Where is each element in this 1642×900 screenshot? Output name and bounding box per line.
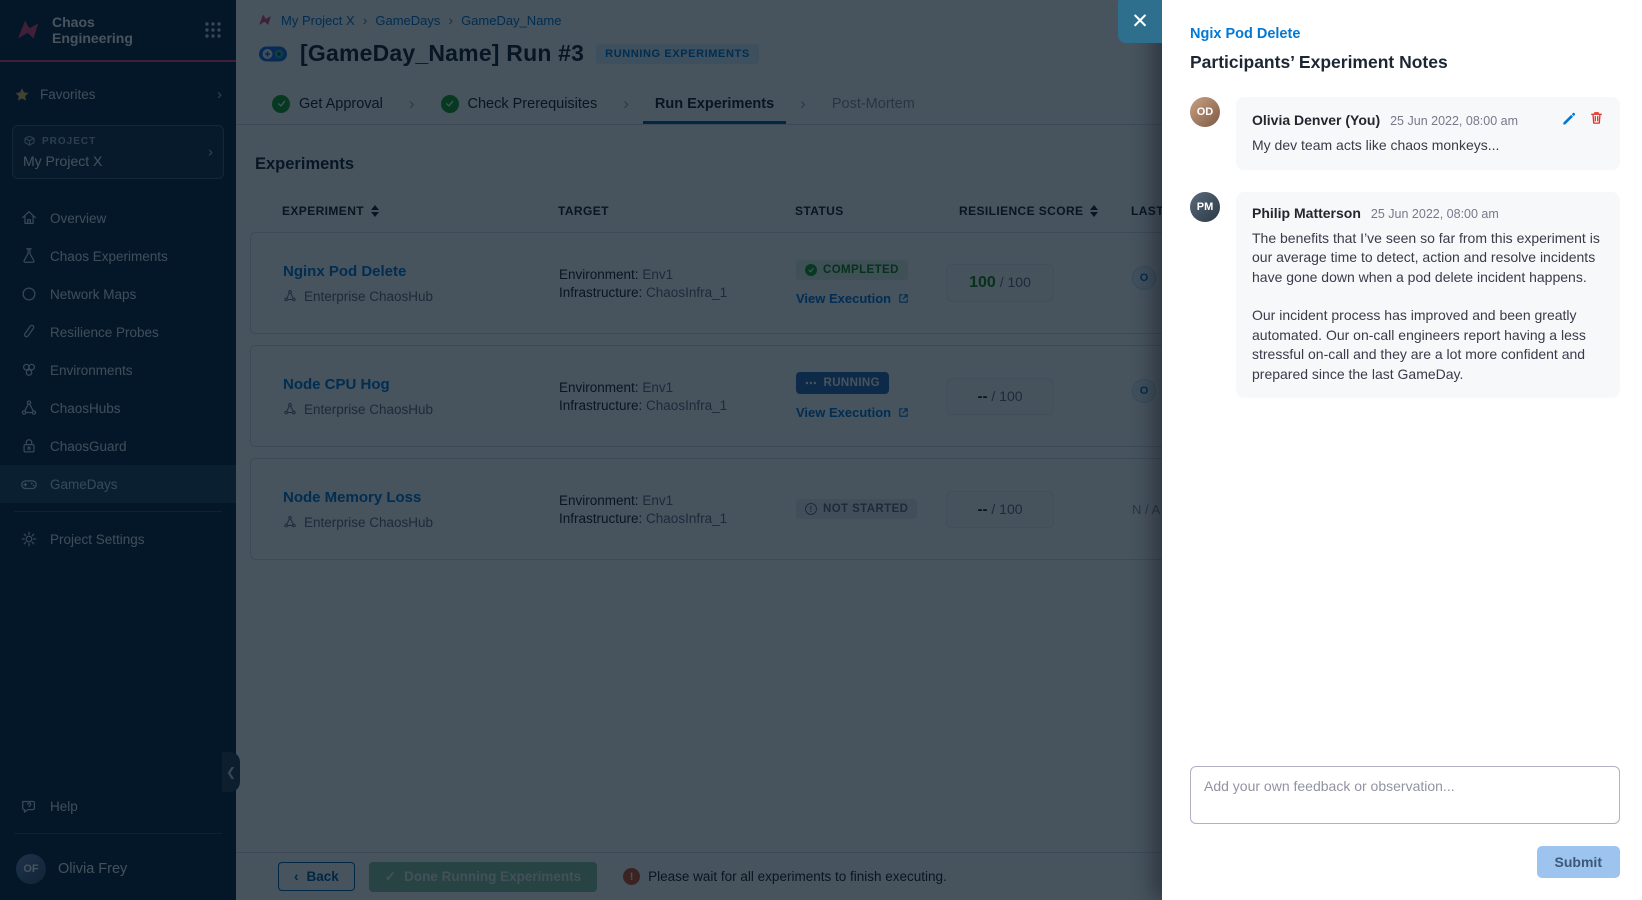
comments-list: OD Olivia Denver (You) 25 Jun 2022, 08:0… bbox=[1190, 97, 1620, 398]
avatar: OD bbox=[1190, 97, 1220, 127]
comment-timestamp: 25 Jun 2022, 08:00 am bbox=[1371, 207, 1499, 221]
comment-author: Olivia Denver (You) bbox=[1252, 112, 1380, 128]
comment-card: Olivia Denver (You) 25 Jun 2022, 08:00 a… bbox=[1236, 97, 1620, 170]
close-icon: ✕ bbox=[1131, 11, 1149, 32]
delete-icon[interactable] bbox=[1589, 110, 1604, 125]
feedback-area: Submit bbox=[1190, 766, 1620, 878]
edit-icon[interactable] bbox=[1561, 110, 1576, 125]
drawer-experiment-link[interactable]: Ngix Pod Delete bbox=[1190, 26, 1620, 42]
submit-button[interactable]: Submit bbox=[1537, 846, 1620, 878]
screen: Chaos Engineering Favorites › PROJECT My… bbox=[0, 0, 1642, 900]
comment: OD Olivia Denver (You) 25 Jun 2022, 08:0… bbox=[1190, 97, 1620, 170]
comment-author: Philip Matterson bbox=[1252, 205, 1361, 221]
comment-card: Philip Matterson 25 Jun 2022, 08:00 am T… bbox=[1236, 192, 1620, 399]
comment-timestamp: 25 Jun 2022, 08:00 am bbox=[1390, 114, 1518, 128]
avatar: PM bbox=[1190, 192, 1220, 222]
comment: PM Philip Matterson 25 Jun 2022, 08:00 a… bbox=[1190, 192, 1620, 399]
feedback-input[interactable] bbox=[1190, 766, 1620, 824]
notes-drawer: Ngix Pod Delete Participants’ Experiment… bbox=[1162, 0, 1642, 900]
modal-overlay[interactable] bbox=[0, 0, 1162, 900]
drawer-close-button[interactable]: ✕ bbox=[1118, 0, 1162, 43]
comment-text: Our incident process has improved and be… bbox=[1252, 306, 1604, 384]
comment-text: The benefits that I’ve seen so far from … bbox=[1252, 229, 1604, 288]
drawer-title: Participants’ Experiment Notes bbox=[1190, 52, 1620, 73]
comment-text: My dev team acts like chaos monkeys... bbox=[1252, 136, 1604, 156]
